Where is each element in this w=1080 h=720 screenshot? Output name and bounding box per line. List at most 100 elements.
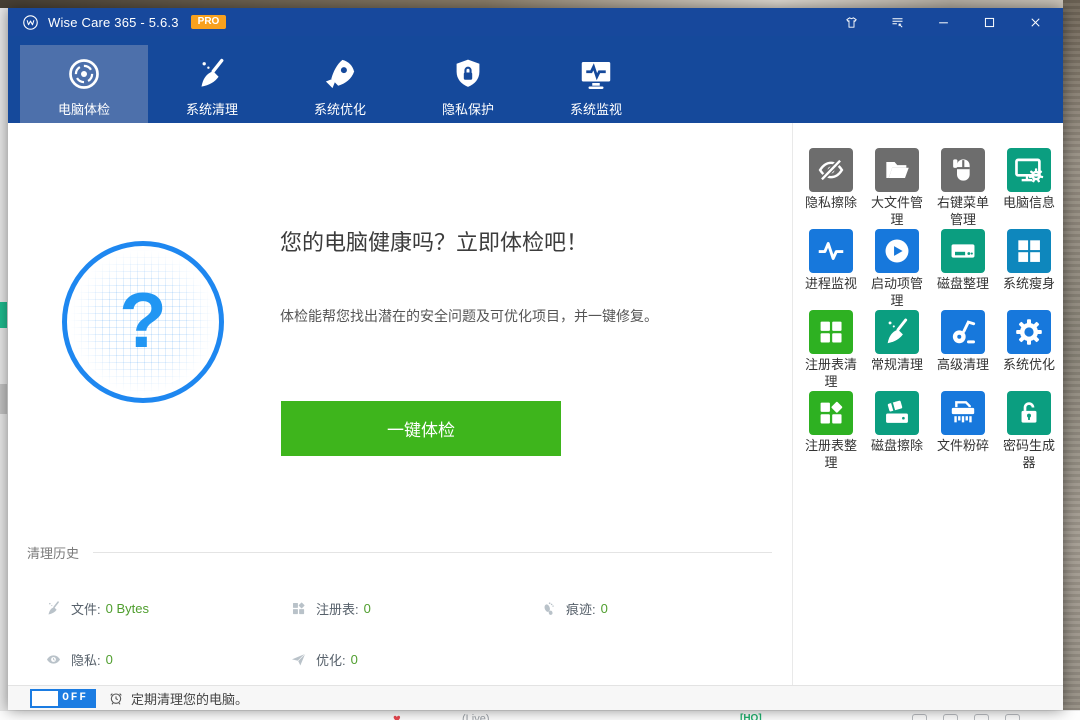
system-slimming-icon [1007,229,1051,273]
statusbar-text: 定期清理您的电脑。 [131,689,248,708]
close-button[interactable] [1021,8,1049,36]
background-window-gray-fragment [0,384,7,414]
wise-care-window: Wise Care 365 - 5.6.3 PRO 电脑体检系统清理系统优化隐私… [8,8,1063,710]
checkup-panel: ? 您的电脑健康吗？立即体检吧！ 体检能帮您找出潜在的安全问题及可优化项目，并一… [8,123,792,685]
minimize-button[interactable] [929,8,957,36]
tab-system-monitor[interactable]: 系统监视 [532,45,660,123]
statusbar: OFF 定期清理您的电脑。 [8,685,1063,710]
tool-password-generator[interactable]: 密码生成器 [996,391,1062,472]
titlebar: Wise Care 365 - 5.6.3 PRO [8,8,1063,36]
tool-common-cleaner[interactable]: 常规清理 [864,310,930,391]
shirt-icon [844,15,859,30]
tool-registry-defrag[interactable]: 注册表整理 [798,391,864,472]
system-monitor-icon [578,56,614,92]
maximize-button[interactable] [975,8,1003,36]
pc-checkup-icon [66,56,102,92]
theme-button[interactable] [837,8,865,36]
desktop-background-top [0,0,1080,8]
tab-privacy-protector[interactable]: 隐私保护 [404,45,532,123]
tool-system-slimming[interactable]: 系统瘦身 [996,229,1062,310]
history-stats: 文件:0 Bytes注册表:0痕迹:0 隐私:0优化:0 [8,583,778,685]
divider-line [93,552,772,553]
eye-icon [45,651,62,668]
player-button-icon [1005,714,1020,720]
alarm-clock-icon [108,690,124,706]
password-generator-icon [1007,391,1051,435]
checkup-heading: 您的电脑健康吗？立即体检吧！ [280,225,588,257]
toggle-state-label: OFF [62,692,88,704]
toggle-knob [32,691,58,706]
menu-list-icon [890,15,905,30]
heart-icon: ♥ [393,712,401,720]
player-button-icon [912,714,927,720]
file-shredder-icon [941,391,985,435]
tool-big-file-manager[interactable]: 大文件管理 [864,148,930,229]
window-title: Wise Care 365 - 5.6.3 [48,15,179,30]
desktop-background-right [1063,0,1080,720]
player-quality-badge: [HQ] [740,713,762,720]
player-button-icon [943,714,958,720]
pro-badge: PRO [191,15,227,29]
disk-eraser-icon [875,391,919,435]
system-tuneup-tool-icon [1007,310,1051,354]
desktop: ♥ (Live) [HQ] Wise Care 365 - 5.6.3 PRO [0,0,1080,720]
footprint-icon [540,600,557,617]
player-track-text: (Live) [462,713,490,720]
main-navigation: 电脑体检系统清理系统优化隐私保护系统监视 [8,36,1063,123]
tools-sidebar: 隐私擦除大文件管理右键菜单管理电脑信息进程监视启动项管理磁盘整理系统瘦身注册表清… [793,123,1063,685]
main-content: ? 您的电脑健康吗？立即体检吧！ 体检能帮您找出潜在的安全问题及可优化项目，并一… [8,123,1063,685]
registry-cleaner-icon [809,310,853,354]
tool-registry-cleaner[interactable]: 注册表清理 [798,310,864,391]
checkup-subtitle: 体检能帮您找出潜在的安全问题及可优化项目，并一键修复。 [280,306,658,326]
stat-optimization: 优化:0 [290,634,540,685]
maximize-icon [982,15,997,30]
system-cleaner-icon [194,56,230,92]
paper-plane-icon [290,651,307,668]
tab-pc-checkup[interactable]: 电脑体检 [20,45,148,123]
tool-computer-info[interactable]: 电脑信息 [996,148,1062,229]
privacy-protector-icon [450,56,486,92]
background-window-edge [0,8,8,710]
player-button-icon [974,714,989,720]
stat-privacy: 隐私:0 [45,634,290,685]
startup-manager-icon [875,229,919,273]
one-click-checkup-button[interactable]: 一键体检 [281,401,561,456]
background-window-teal-fragment [0,302,7,328]
tool-context-menu-manager[interactable]: 右键菜单管理 [930,148,996,229]
tool-advanced-cleaner[interactable]: 高级清理 [930,310,996,391]
context-menu-manager-icon [941,148,985,192]
scheduled-clean-toggle[interactable]: OFF [30,689,96,708]
menu-button[interactable] [883,8,911,36]
broom-small-icon [45,600,62,617]
tab-system-tuneup[interactable]: 系统优化 [276,45,404,123]
process-monitor-icon [809,229,853,273]
stat-registry: 注册表:0 [290,583,540,634]
background-music-player-strip: ♥ (Live) [HQ] [0,710,1080,720]
close-icon [1028,15,1043,30]
disk-defrag-icon [941,229,985,273]
minimize-icon [936,15,951,30]
tool-system-tuneup-tool[interactable]: 系统优化 [996,310,1062,391]
question-mark: ? [119,281,167,359]
tool-process-monitor[interactable]: 进程监视 [798,229,864,310]
history-section-title: 清理历史 [27,543,79,562]
privacy-eraser-icon [809,148,853,192]
tool-privacy-eraser[interactable]: 隐私擦除 [798,148,864,229]
wise-care-logo-icon [22,14,39,31]
registry-defrag-icon [809,391,853,435]
advanced-cleaner-icon [941,310,985,354]
tool-startup-manager[interactable]: 启动项管理 [864,229,930,310]
history-section-header: 清理历史 [27,543,772,562]
computer-info-icon [1007,148,1051,192]
common-cleaner-icon [875,310,919,354]
tool-file-shredder[interactable]: 文件粉碎 [930,391,996,472]
health-status-circle: ? [62,241,224,403]
tool-disk-defrag[interactable]: 磁盘整理 [930,229,996,310]
stat-files: 文件:0 Bytes [45,583,290,634]
registry-small-icon [290,600,307,617]
system-tuneup-icon [322,56,358,92]
big-file-manager-icon [875,148,919,192]
stat-traces: 痕迹:0 [540,583,778,634]
tab-system-cleaner[interactable]: 系统清理 [148,45,276,123]
tool-disk-eraser[interactable]: 磁盘擦除 [864,391,930,472]
